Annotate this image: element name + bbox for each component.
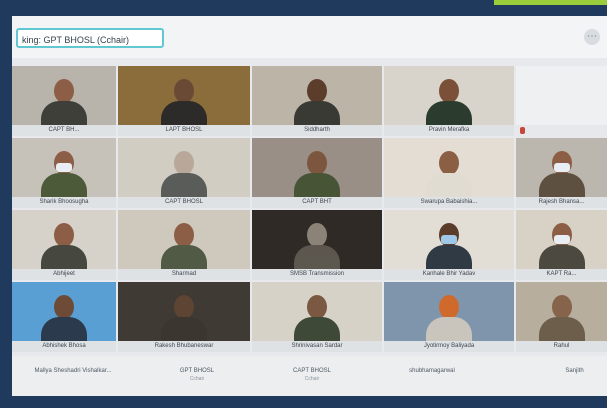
participant-figure bbox=[538, 151, 585, 199]
participant-name: Shrinivasan Sardar bbox=[252, 341, 382, 352]
video-feed bbox=[118, 66, 250, 127]
participant-figure bbox=[41, 79, 87, 127]
video-tile[interactable]: Abhijeet bbox=[12, 210, 116, 280]
video-feed bbox=[12, 66, 116, 127]
video-tile[interactable]: CAPT BH... bbox=[12, 66, 116, 136]
participant-name: Sharmad bbox=[118, 269, 250, 280]
video-tile[interactable]: SMSB Transmission bbox=[252, 210, 382, 280]
video-tile[interactable]: CAPT BHOSL bbox=[118, 138, 250, 208]
video-tile[interactable]: Abhishek Bhosa bbox=[12, 282, 116, 352]
video-feed bbox=[384, 66, 514, 127]
participant-name: Kanhale Bhir Yadav bbox=[384, 269, 514, 280]
participant-figure bbox=[41, 295, 87, 343]
participant-figure bbox=[538, 223, 585, 271]
participant-figure bbox=[426, 295, 472, 343]
more-options-button[interactable]: ⋯ bbox=[584, 29, 600, 45]
video-feed bbox=[118, 138, 250, 199]
video-feed bbox=[516, 138, 607, 199]
video-tile[interactable]: Kanhale Bhir Yadav bbox=[384, 210, 514, 280]
strip-participant[interactable]: GPT BHOSL Cchair bbox=[152, 368, 242, 382]
participant-figure bbox=[161, 295, 207, 343]
participant-name: Abhishek Bhosa bbox=[12, 341, 116, 352]
video-tile[interactable]: Shrinivasan Sardar bbox=[252, 282, 382, 352]
video-feed bbox=[516, 282, 607, 343]
video-tile[interactable]: LAPT BHOSL bbox=[118, 66, 250, 136]
video-feed bbox=[384, 210, 514, 271]
video-tile[interactable] bbox=[516, 66, 607, 136]
video-feed bbox=[252, 282, 382, 343]
participant-figure bbox=[41, 223, 87, 271]
strip-participant-role: Cchair bbox=[304, 376, 320, 382]
strip-participant-name: GPT BHOSL bbox=[179, 368, 215, 374]
active-speaker-tile[interactable]: CAPT BHT bbox=[252, 138, 382, 208]
participant-name: LAPT BHOSL bbox=[118, 125, 250, 136]
mic-muted-icon bbox=[520, 127, 525, 134]
strip-participant-name: Sanjith bbox=[565, 368, 584, 374]
video-tile[interactable]: KAPT Ra... bbox=[516, 210, 607, 280]
participant-figure bbox=[41, 151, 87, 199]
participant-figure bbox=[538, 295, 585, 343]
participant-name: Rajesh Bhansa... bbox=[516, 197, 607, 208]
strip-participant-name: CAPT BHOSL bbox=[293, 368, 331, 374]
participant-name: CAPT BHT bbox=[252, 197, 382, 208]
video-feed bbox=[384, 138, 514, 199]
strip-participant[interactable]: Sanjith bbox=[547, 368, 602, 374]
video-feed bbox=[384, 282, 514, 343]
participant-strip: Mallya Sheshadri Vishalkar... GPT BHOSL … bbox=[12, 356, 607, 396]
participant-name: Jyotirmoy Baliyada bbox=[384, 341, 514, 352]
video-feed bbox=[12, 210, 116, 271]
video-tile[interactable]: Rakesh Bhubaneswar bbox=[118, 282, 250, 352]
video-tile[interactable]: Sharik Bhoosugha bbox=[12, 138, 116, 208]
participant-name: Siddharth bbox=[252, 125, 382, 136]
video-tile[interactable]: Swarupa Babaishia... bbox=[384, 138, 514, 208]
participant-figure bbox=[426, 151, 472, 199]
accent-bar bbox=[494, 0, 607, 5]
video-feed bbox=[516, 66, 607, 125]
video-feed bbox=[12, 282, 116, 343]
strip-participant-name: Mallya Sheshadri Vishalkar... bbox=[34, 368, 112, 374]
participant-figure bbox=[294, 79, 340, 127]
participant-name: Rahul bbox=[516, 341, 607, 352]
video-feed bbox=[252, 138, 382, 199]
participant-name: Pravin Merafka bbox=[384, 125, 514, 136]
video-tile[interactable]: Jyotirmoy Baliyada bbox=[384, 282, 514, 352]
participant-figure bbox=[161, 223, 207, 271]
participant-name: Abhijeet bbox=[12, 269, 116, 280]
participant-figure bbox=[161, 151, 207, 199]
strip-participant[interactable]: shubhamagarwal bbox=[377, 368, 487, 374]
video-feed bbox=[252, 66, 382, 127]
video-feed bbox=[516, 210, 607, 271]
video-feed bbox=[118, 282, 250, 343]
strip-participant-name: shubhamagarwal bbox=[409, 368, 455, 374]
video-tile[interactable]: Sharmad bbox=[118, 210, 250, 280]
participant-figure bbox=[161, 79, 207, 127]
participant-name: KAPT Ra... bbox=[516, 269, 607, 280]
strip-participant[interactable]: Mallya Sheshadri Vishalkar... bbox=[18, 368, 128, 374]
participant-figure bbox=[426, 223, 472, 271]
participant-figure bbox=[294, 151, 340, 199]
participant-name: Swarupa Babaishia... bbox=[384, 197, 514, 208]
video-feed bbox=[12, 138, 116, 199]
speaking-indicator: king: GPT BHOSL (Cchair) bbox=[16, 28, 164, 48]
video-grid: CAPT BH... LAPT BHOSL Siddharth Pravin M… bbox=[12, 66, 607, 356]
video-tile[interactable]: Siddharth bbox=[252, 66, 382, 136]
video-tile[interactable]: Rajesh Bhansa... bbox=[516, 138, 607, 208]
participant-name: CAPT BH... bbox=[12, 125, 116, 136]
participant-figure bbox=[294, 295, 340, 343]
video-feed bbox=[118, 210, 250, 271]
participant-name: CAPT BHOSL bbox=[118, 197, 250, 208]
participant-name: Rakesh Bhubaneswar bbox=[118, 341, 250, 352]
participant-name: Sharik Bhoosugha bbox=[12, 197, 116, 208]
participant-figure bbox=[426, 79, 472, 127]
video-tile[interactable]: Pravin Merafka bbox=[384, 66, 514, 136]
strip-participant[interactable]: CAPT BHOSL Cchair bbox=[267, 368, 357, 382]
video-tile[interactable]: Rahul bbox=[516, 282, 607, 352]
strip-participant-role: Cchair bbox=[189, 376, 205, 382]
participant-name: SMSB Transmission bbox=[252, 269, 382, 280]
participant-figure bbox=[294, 223, 340, 271]
video-feed bbox=[252, 210, 382, 271]
top-bar: king: GPT BHOSL (Cchair) ⋯ bbox=[12, 16, 607, 58]
meeting-window: king: GPT BHOSL (Cchair) ⋯ CAPT BH... LA… bbox=[12, 16, 607, 396]
